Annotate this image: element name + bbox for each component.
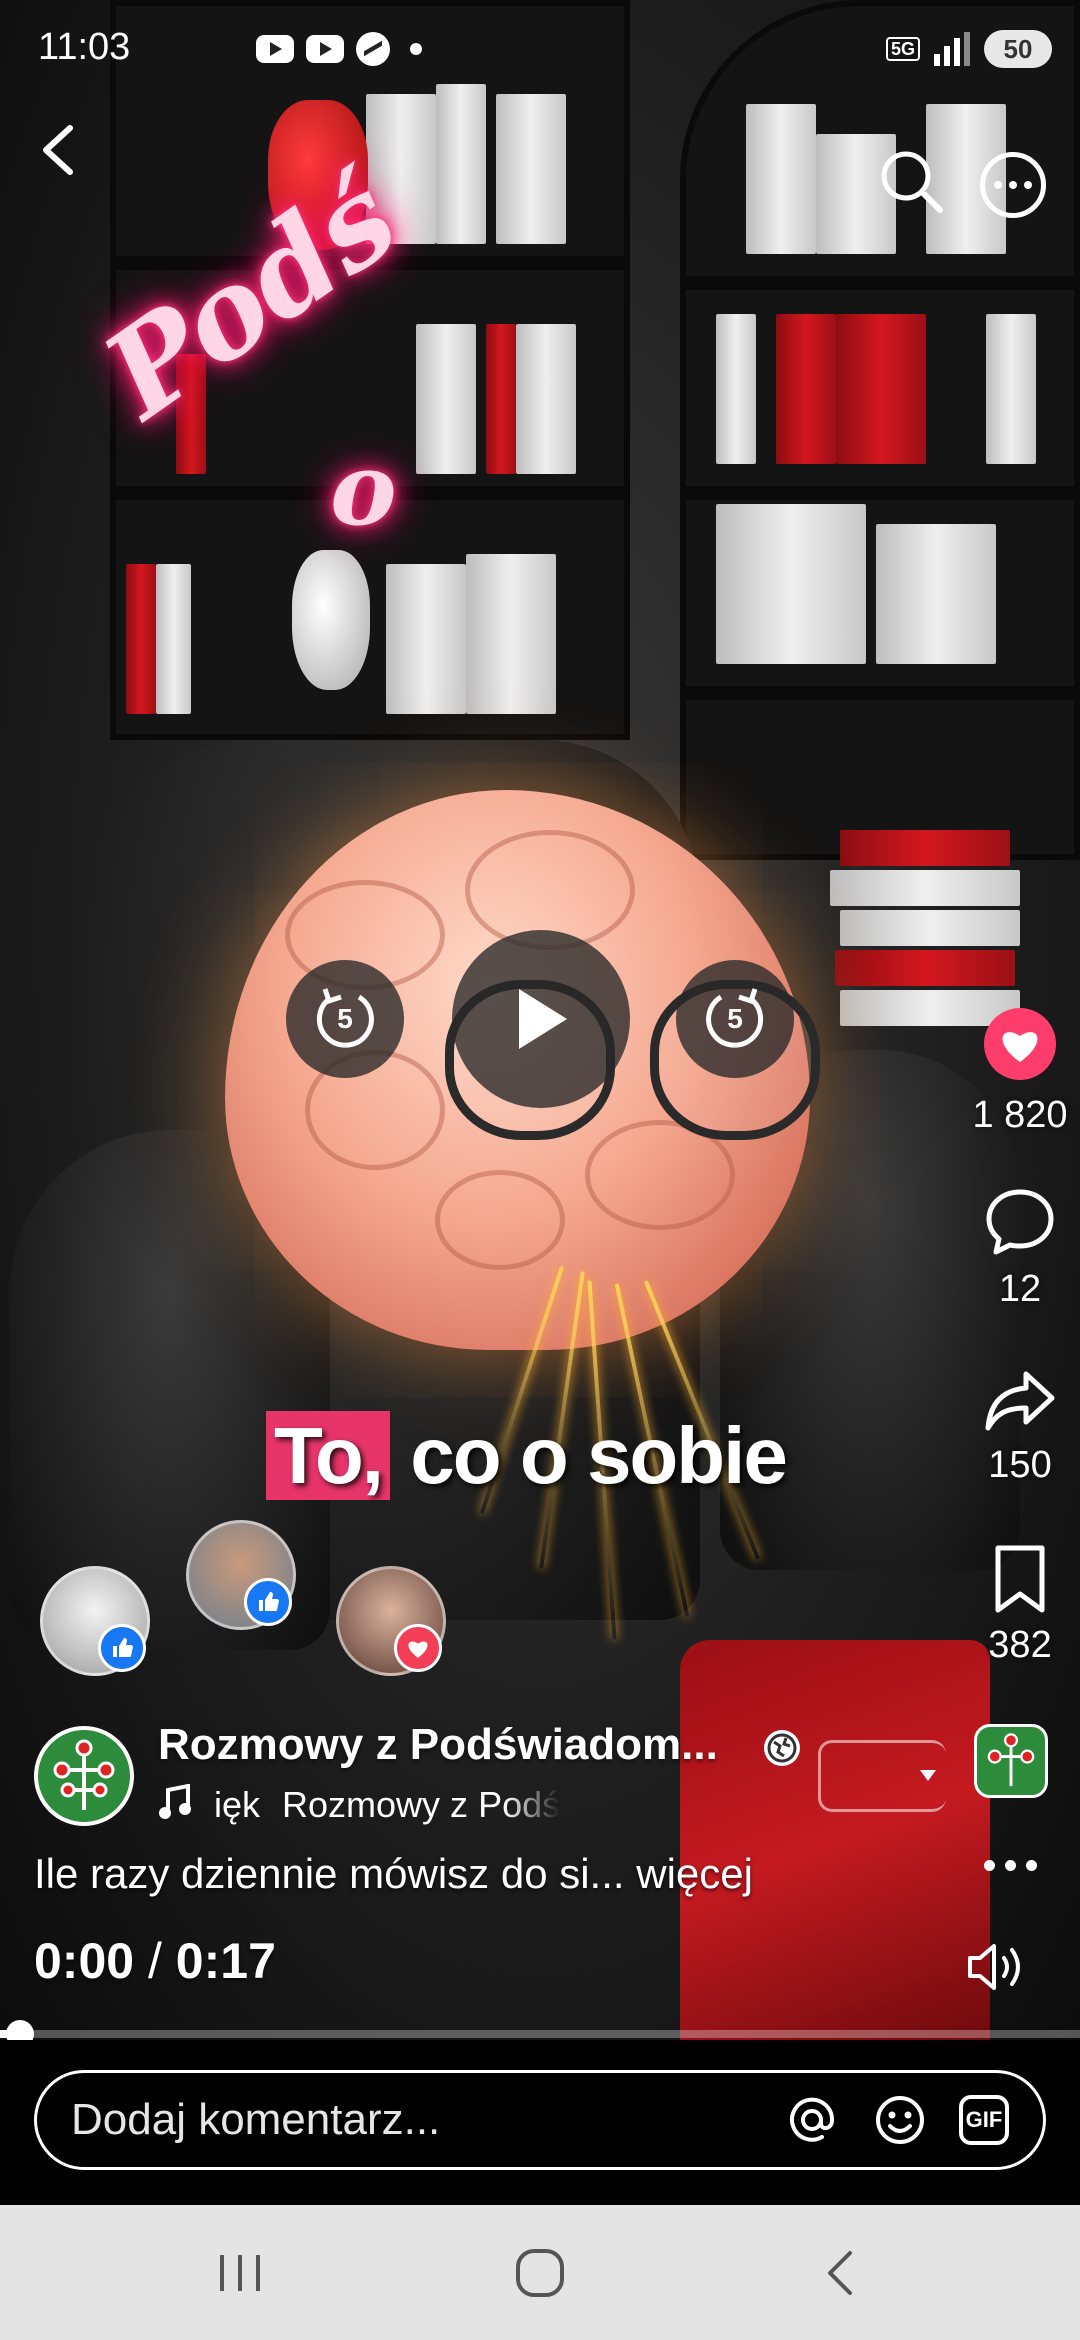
audio-info[interactable]: ięk Rozmowy z Podś [158, 1784, 560, 1826]
status-bar: 11:03 5G 50 [0, 0, 1080, 100]
battery-level: 50 [984, 30, 1052, 68]
like-badge-icon [98, 1624, 146, 1672]
gif-button[interactable]: GIF [959, 2095, 1009, 2145]
subtitle-highlight: To, [266, 1411, 391, 1500]
time-separator: / [147, 1933, 162, 1989]
page-avatar[interactable] [34, 1726, 134, 1826]
comment-field[interactable]: GIF [34, 2070, 1046, 2170]
home-icon[interactable] [510, 2245, 570, 2301]
page-logo-icon [987, 1733, 1035, 1787]
duration: 0:17 [175, 1933, 276, 1989]
search-icon[interactable] [878, 148, 944, 214]
post-caption[interactable]: Ile razy dziennie mówisz do si... więcej [34, 1850, 753, 1898]
page-logo-icon [53, 1739, 115, 1810]
white-vase [292, 550, 370, 690]
caption-more-link[interactable]: więcej [636, 1850, 753, 1897]
share-action[interactable]: 150 [960, 1368, 1080, 1487]
save-count: 382 [988, 1624, 1052, 1666]
volume-icon[interactable] [966, 1940, 1026, 1994]
signal-bars-icon [934, 32, 970, 66]
neon-sign-text-2: o [330, 430, 397, 548]
red-blanket [680, 1640, 990, 2040]
video-subtitle: To, co o sobie [266, 1410, 788, 1510]
forward-5-button[interactable]: 5 [676, 960, 794, 1078]
current-time: 0:00 [34, 1933, 135, 1989]
rewind-seconds: 5 [337, 1003, 353, 1034]
rewind-5-button[interactable]: 5 [286, 960, 404, 1078]
play-icon [519, 989, 567, 1049]
at-icon[interactable] [783, 2091, 841, 2149]
back-arrow-icon[interactable] [30, 120, 90, 180]
comment-action[interactable]: 12 [960, 1186, 1080, 1311]
audio-label: ięk [214, 1784, 261, 1825]
love-badge-icon [394, 1624, 442, 1672]
youtube-icon [256, 35, 294, 63]
comment-icon [986, 1189, 1054, 1255]
comment-bar: GIF [0, 2040, 1080, 2205]
chevron-down-icon [920, 1770, 936, 1781]
youtube-icon [306, 35, 344, 63]
bookshelf-right [680, 0, 1080, 860]
system-indicators: 5G 50 [885, 30, 1052, 68]
bookmark-icon [995, 1545, 1045, 1613]
comment-input[interactable] [71, 2095, 753, 2145]
caption-text: Ile razy dziennie mówisz do si... [34, 1850, 625, 1897]
share-count: 150 [988, 1444, 1052, 1486]
subtitle-text: co o sobie [390, 1411, 788, 1500]
notification-icons [256, 32, 422, 66]
like-action[interactable]: 1 820 [960, 1008, 1080, 1137]
forward-seconds: 5 [727, 1003, 743, 1034]
audio-source: Rozmowy z Podś [282, 1784, 561, 1825]
status-time: 11:03 [38, 26, 131, 68]
globe-icon [764, 1730, 800, 1766]
save-action[interactable]: 382 [960, 1544, 1080, 1667]
comment-count: 12 [998, 1268, 1042, 1310]
play-button[interactable] [452, 930, 630, 1108]
emoji-icon[interactable] [871, 2091, 929, 2149]
network-type: 5G [885, 37, 920, 61]
share-icon [985, 1371, 1055, 1431]
messenger-icon [356, 32, 390, 66]
more-notifications-dot-icon [410, 43, 422, 55]
like-badge-icon [244, 1578, 292, 1626]
music-note-icon [159, 1784, 191, 1819]
recent-apps-icon[interactable] [210, 2245, 270, 2301]
system-back-icon[interactable] [812, 2245, 872, 2301]
audio-track-thumbnail[interactable] [974, 1724, 1048, 1798]
more-actions-icon[interactable] [984, 1860, 1037, 1871]
playback-time: 0:00 / 0:17 [34, 1932, 276, 1990]
more-options-icon[interactable] [980, 152, 1046, 218]
progress-bar[interactable] [0, 2030, 1080, 2038]
like-count: 1 820 [972, 1094, 1068, 1136]
system-navigation-bar [0, 2205, 1080, 2340]
page-name[interactable]: Rozmowy z Podświadom... [158, 1720, 718, 1770]
heart-icon [984, 1008, 1056, 1080]
